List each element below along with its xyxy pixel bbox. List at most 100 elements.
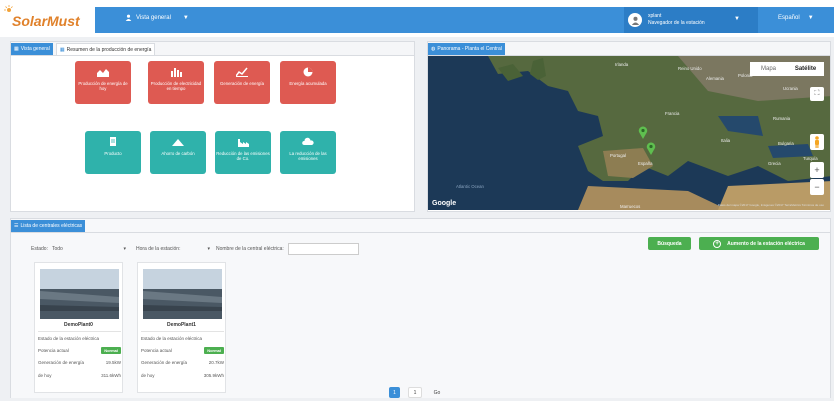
station-name-label: Nombre de la central eléctrica: xyxy=(216,246,284,252)
map-panel: ◍ Panorama - Planta el Central Irlanda R… xyxy=(427,41,831,212)
overview-panel: ▦ Vista general ▦ Resumen de la producci… xyxy=(10,41,415,212)
map-label: Portugal xyxy=(610,153,627,158)
chart-icon: ▦ xyxy=(14,46,19,52)
chevron-down-icon: ▾ xyxy=(207,246,210,252)
station-photo xyxy=(143,269,222,319)
divider xyxy=(141,331,224,332)
filter-bar: Estado: Todo ▾ Hora de la estación: ▾ No… xyxy=(31,243,359,255)
status-badge: Normal xyxy=(204,347,224,354)
tile-co2-reduction[interactable]: Reducción de las emisiones de Co. xyxy=(215,131,271,174)
state-filter-label: Estado: xyxy=(31,246,48,252)
line-chart-icon xyxy=(236,67,248,77)
tab-overview[interactable]: ▦ Vista general xyxy=(11,43,53,55)
generation-label: Generación de energía xyxy=(38,360,85,365)
chevron-down-icon: ▼ xyxy=(807,15,814,21)
station-photo xyxy=(40,269,119,319)
google-logo: Google xyxy=(432,200,457,207)
street-view-pegman[interactable] xyxy=(810,134,824,150)
fullscreen-icon: ⛶ xyxy=(814,90,820,97)
map-marker-icon[interactable] xyxy=(646,142,656,155)
pie-chart-icon xyxy=(303,67,313,77)
status-badge: Normal xyxy=(101,347,121,354)
tile-realtime-electricity[interactable]: Producción de electricidad en tiempo xyxy=(148,61,204,104)
tile-carbon-saving[interactable]: Ahorro de carbón xyxy=(150,131,206,174)
map-view[interactable]: Irlanda Reino Unido Alemania Polonia Ucr… xyxy=(428,56,830,210)
page-number-input[interactable]: 1 xyxy=(408,387,422,398)
map-label: Rumania xyxy=(773,116,791,121)
mountain-icon xyxy=(172,139,184,146)
map-type-map[interactable]: Mapa xyxy=(750,62,787,76)
today-label: de hoy xyxy=(38,373,52,378)
add-station-button[interactable]: + Aumento de la estación eléctrica xyxy=(699,237,819,250)
bar-chart-icon xyxy=(171,68,182,77)
map-label: Turquía xyxy=(803,156,818,161)
fullscreen-button[interactable]: ⛶ xyxy=(810,87,824,101)
today-value: 311.6kWh xyxy=(101,373,121,378)
generation-value: 19.5kW xyxy=(105,360,121,365)
chevron-down-icon: ▼ xyxy=(734,16,740,22)
user-menu[interactable]: xplant Navegador de la estación ▼ xyxy=(624,7,758,33)
brand-name: SolarMust xyxy=(12,12,80,29)
pagination: 1 1 Go xyxy=(389,387,444,398)
station-name-input[interactable] xyxy=(287,243,359,255)
map-label: Ucrania xyxy=(783,86,798,91)
map-label: Marruecos xyxy=(620,204,641,209)
nav-overview-label: Vista general xyxy=(136,14,171,21)
user-icon xyxy=(631,16,639,25)
divider xyxy=(38,331,121,332)
factory-icon xyxy=(238,139,249,147)
page-current-button[interactable]: 1 xyxy=(389,387,400,398)
tile-energy-today[interactable]: Producción de energía de hoy xyxy=(75,61,131,104)
map-type-satellite[interactable]: Satélite xyxy=(787,62,824,76)
satellite-map xyxy=(428,56,830,210)
map-copyright[interactable]: Datos del mapa ©2017 Google, Imágenes ©2… xyxy=(718,203,824,207)
map-label: Francia xyxy=(665,111,680,116)
zoom-out-button[interactable]: − xyxy=(810,179,824,195)
state-filter[interactable]: Estado: Todo ▾ xyxy=(31,246,126,252)
state-filter-value: Todo xyxy=(51,246,63,252)
station-list-panel: ☰ Lista de centrales eléctricas Estado: … xyxy=(10,218,831,398)
tile-energy-generation[interactable]: Generación de energía xyxy=(214,61,270,104)
current-power-label: Potencia actual xyxy=(38,348,69,353)
user-name: xplant xyxy=(648,13,662,19)
pegman-icon xyxy=(815,136,819,148)
map-label: Atlantic Ocean xyxy=(456,184,484,189)
brand-logo[interactable]: SolarMust xyxy=(0,0,95,37)
header-bar: Vista general ▼ xplant Navegador de la e… xyxy=(95,7,834,33)
map-marker-icon[interactable] xyxy=(638,126,648,139)
map-label: Grecia xyxy=(768,161,781,166)
generation-label: Generación de energía xyxy=(141,360,188,365)
station-status-label: Estado de la estación eléctrica xyxy=(38,336,100,341)
solar-panel-photo xyxy=(40,269,119,319)
overview-tabbar: ▦ Vista general ▦ Resumen de la producci… xyxy=(11,42,414,56)
station-card[interactable]: DemoPlant1 Estado de la estación eléctri… xyxy=(137,262,226,393)
tile-product[interactable]: Producto xyxy=(85,131,141,174)
go-button[interactable]: Go xyxy=(430,387,444,398)
station-name: DemoPlant0 xyxy=(64,322,93,328)
tab-production-summary[interactable]: ▦ Resumen de la producción de energía xyxy=(55,43,156,55)
today-label: de hoy xyxy=(141,373,155,378)
tab-map-overview[interactable]: ◍ Panorama - Planta el Central xyxy=(428,43,505,55)
user-role: Navegador de la estación xyxy=(648,20,705,26)
station-name: DemoPlant1 xyxy=(167,322,196,328)
language-selector[interactable]: Español ▼ xyxy=(778,15,814,21)
user-icon xyxy=(125,14,132,21)
station-time-label: Hora de la estación: xyxy=(136,246,181,252)
solar-panel-photo xyxy=(143,269,222,319)
tab-station-list[interactable]: ☰ Lista de centrales eléctricas xyxy=(11,220,86,232)
cloud-icon xyxy=(302,137,314,145)
top-bar: SolarMust Vista general ▼ xplant Navegad… xyxy=(0,0,834,37)
tile-emissions-reduction[interactable]: La reducción de las emisiones xyxy=(280,131,336,174)
search-button[interactable]: Búsqueda xyxy=(648,237,691,250)
list-icon: ☰ xyxy=(14,223,19,229)
station-card[interactable]: DemoPlant0 Estado de la estación eléctri… xyxy=(34,262,123,393)
map-label: Alemania xyxy=(706,76,724,81)
station-time-filter[interactable]: Hora de la estación: ▾ xyxy=(136,246,210,252)
chevron-down-icon: ▾ xyxy=(123,246,126,252)
map-label: España xyxy=(638,161,653,166)
zoom-in-button[interactable]: + xyxy=(810,162,824,178)
tile-accumulated-energy[interactable]: Energía acumulada xyxy=(280,61,336,104)
map-type-toggle: Mapa Satélite xyxy=(750,62,824,76)
map-label: Bulgaria xyxy=(778,141,794,146)
nav-overview-menu[interactable]: Vista general ▼ xyxy=(125,14,189,21)
